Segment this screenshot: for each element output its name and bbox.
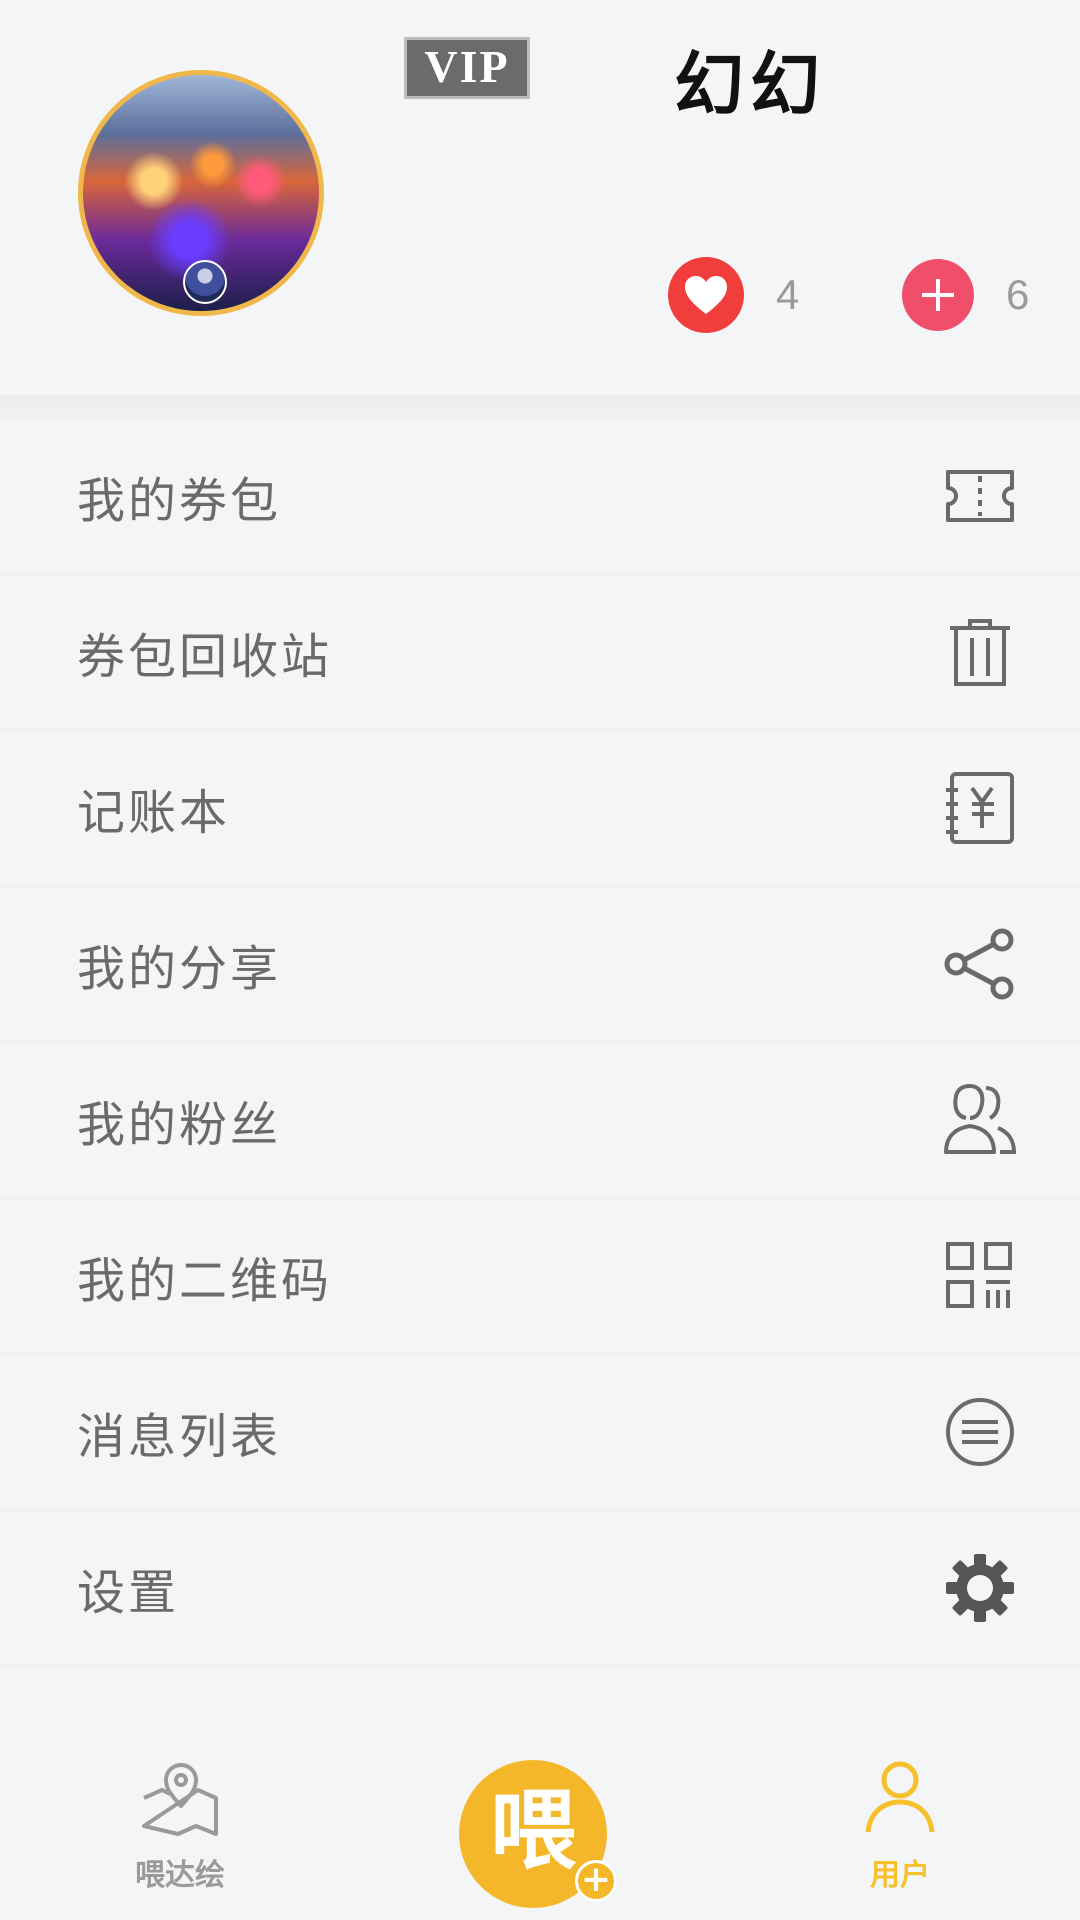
center-logo-glyph: 喂 <box>490 1781 576 1881</box>
follows-stat[interactable]: 6 <box>902 256 1029 334</box>
trash-icon <box>942 614 1018 690</box>
center-post-button[interactable]: 喂 + <box>459 1760 617 1908</box>
tab-user[interactable]: 用户 <box>820 1758 980 1898</box>
menu-item-label: 我的二维码 <box>77 1253 333 1309</box>
menu-item-coupons[interactable]: 我的券包 <box>0 419 1080 575</box>
menu-item-ledger[interactable]: 记账本 <box>0 731 1080 887</box>
avatar-mini-badge <box>183 260 227 304</box>
menu-item-share[interactable]: 我的分享 <box>0 887 1080 1043</box>
menu-item-label: 设置 <box>77 1565 180 1621</box>
message-list-icon <box>942 1394 1018 1470</box>
menu-item-fans[interactable]: 我的粉丝 <box>0 1043 1080 1199</box>
menu-item-settings[interactable]: 设置 <box>0 1511 1080 1667</box>
tab-map[interactable]: 喂达绘 <box>100 1758 260 1898</box>
ledger-yuan-icon <box>942 770 1018 846</box>
menu-item-label: 记账本 <box>77 785 231 841</box>
heart-icon <box>668 257 744 333</box>
gear-icon <box>942 1550 1018 1626</box>
ticket-icon <box>942 458 1018 534</box>
add-icon: + <box>575 1860 617 1902</box>
menu-item-label: 消息列表 <box>77 1409 282 1465</box>
likes-count: 4 <box>776 271 800 318</box>
fans-icon <box>942 1082 1018 1158</box>
follows-count: 6 <box>1006 271 1030 318</box>
tab-user-label: 用户 <box>870 1858 930 1893</box>
menu-item-label: 我的粉丝 <box>77 1097 282 1153</box>
avatar[interactable] <box>78 70 324 316</box>
menu-item-qr-code[interactable]: 我的二维码 <box>0 1199 1080 1355</box>
menu-item-recycle-bin[interactable]: 券包回收站 <box>0 575 1080 731</box>
share-icon <box>942 926 1018 1002</box>
map-pin-icon <box>140 1758 220 1842</box>
menu-item-label: 我的券包 <box>77 473 282 529</box>
vip-badge: VIP <box>404 37 530 99</box>
menu-item-label: 券包回收站 <box>77 629 333 685</box>
user-icon <box>860 1758 940 1842</box>
likes-stat[interactable]: 4 <box>668 256 799 334</box>
qr-code-icon <box>942 1238 1018 1314</box>
profile-header: VIP 幻幻 4 6 <box>0 0 1080 395</box>
menu-list: 我的券包 券包回收站 记账本 我的分享 我的粉丝 我的二维码 消息列表 设置 <box>0 419 1080 1667</box>
section-divider <box>0 395 1080 419</box>
username: 幻幻 <box>674 44 826 126</box>
menu-item-label: 我的分享 <box>77 941 282 997</box>
tab-map-label: 喂达绘 <box>135 1858 225 1893</box>
menu-item-messages[interactable]: 消息列表 <box>0 1355 1080 1511</box>
plus-icon <box>902 259 974 331</box>
